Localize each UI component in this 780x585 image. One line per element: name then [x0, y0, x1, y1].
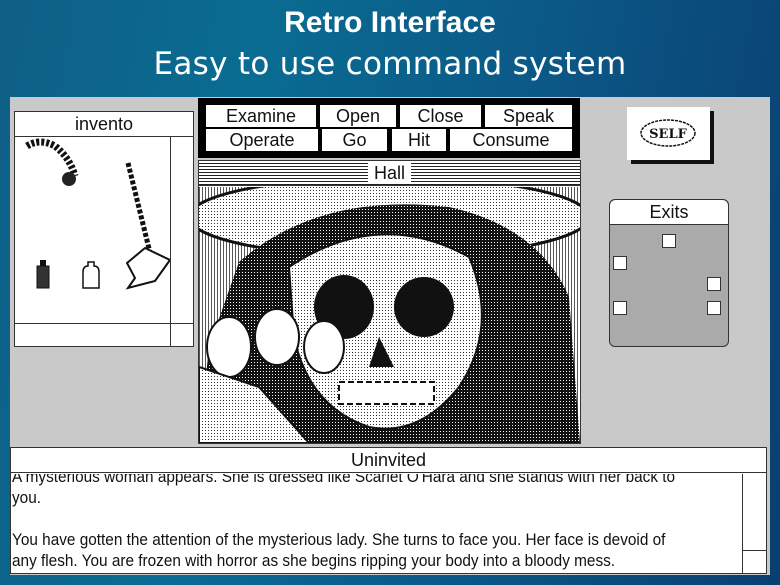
operate-button[interactable]: Operate	[206, 129, 318, 151]
inventory-horizontal-scrollbar[interactable]	[15, 323, 193, 324]
scroll-thumb[interactable]	[743, 550, 766, 551]
consume-button[interactable]: Consume	[450, 129, 572, 151]
examine-button[interactable]: Examine	[206, 105, 316, 127]
exit-west-lower[interactable]	[613, 301, 627, 315]
command-panel: Examine Open Close Speak Operate Go Hit …	[198, 98, 580, 158]
exit-east-lower[interactable]	[707, 301, 721, 315]
self-button[interactable]: SELF	[627, 107, 710, 160]
exit-north[interactable]	[662, 234, 676, 248]
hit-button[interactable]: Hit	[392, 129, 446, 151]
bottle-icon[interactable]	[36, 260, 50, 289]
message-title[interactable]: Uninvited	[11, 448, 766, 473]
rope-icon[interactable]	[25, 138, 79, 186]
exits-window: Exits	[609, 199, 729, 347]
self-badge-icon: SELF	[640, 119, 696, 147]
message-window: Uninvited A mysterious woman appears. Sh…	[10, 447, 767, 574]
slide-title: Retro Interface	[284, 6, 496, 39]
scene-window: Hall	[198, 160, 581, 444]
jar-icon[interactable]	[82, 261, 100, 289]
axe-icon[interactable]	[125, 162, 170, 290]
scene-image[interactable]	[199, 187, 580, 443]
message-scrollbar[interactable]	[742, 474, 766, 573]
inventory-vertical-scrollbar[interactable]	[170, 137, 193, 346]
exit-west-upper[interactable]	[613, 256, 627, 270]
message-text: A mysterious woman appears. She is dress…	[12, 474, 690, 573]
inventory-window: invento	[14, 111, 194, 347]
message-paragraph: A mysterious woman appears. She is dress…	[12, 474, 676, 507]
go-button[interactable]: Go	[322, 129, 387, 151]
inventory-title[interactable]: invento	[15, 112, 193, 137]
self-label: SELF	[649, 127, 687, 142]
open-button[interactable]: Open	[320, 105, 396, 127]
close-button[interactable]: Close	[400, 105, 481, 127]
slide-subtitle: Easy to use command system	[153, 46, 627, 82]
scene-title: Hall	[367, 163, 411, 183]
exits-title[interactable]: Exits	[610, 200, 728, 225]
exit-east-upper[interactable]	[707, 277, 721, 291]
scene-title-bar[interactable]: Hall	[199, 161, 580, 186]
speak-button[interactable]: Speak	[485, 105, 572, 127]
message-paragraph: You have gotten the attention of the mys…	[12, 531, 666, 570]
inventory-items	[25, 138, 170, 290]
